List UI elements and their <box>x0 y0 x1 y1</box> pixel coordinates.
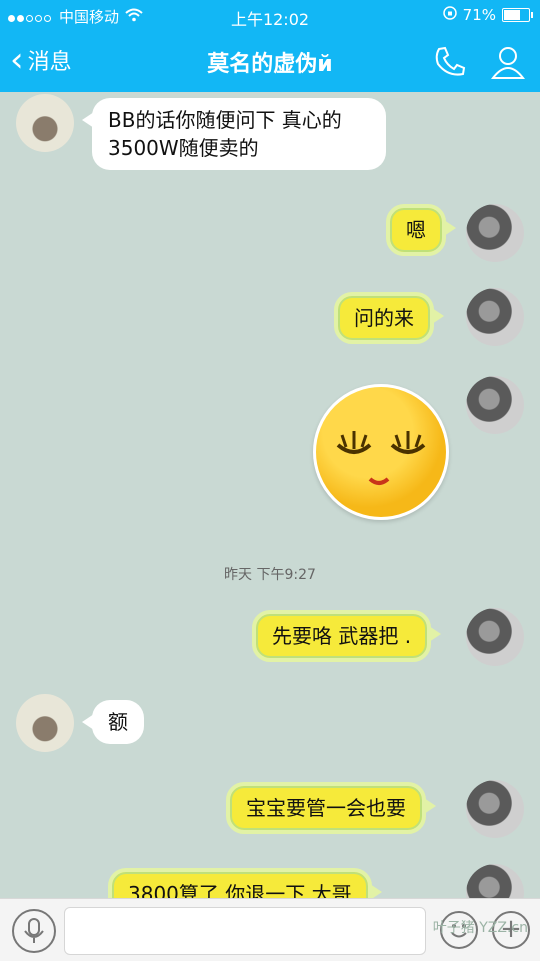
message-text: 宝宝要管一会也要 <box>246 796 406 820</box>
smiling-face-closed-eyes-icon <box>313 384 449 520</box>
message-bubble-incoming: 额 <box>82 700 144 744</box>
profile-button[interactable] <box>488 42 528 82</box>
message-bubble-incoming: BB的话你随便问下 真心的 3500W随便卖的 <box>82 98 386 170</box>
message-text: 额 <box>108 710 128 734</box>
contact-avatar[interactable] <box>16 94 74 152</box>
my-avatar[interactable] <box>466 204 524 262</box>
message-text: 3800算了 你退一下 大哥 <box>128 882 352 898</box>
status-bar: 中国移动 上午12:02 71% <box>0 0 540 30</box>
message-bubble-outgoing: 宝宝要管一会也要 <box>226 782 436 834</box>
my-avatar[interactable] <box>466 780 524 838</box>
contact-avatar[interactable] <box>16 694 74 752</box>
watermark-logo: 叶子猪 YZZ.cn <box>432 920 528 936</box>
status-right: 71% <box>442 6 533 24</box>
microphone-button[interactable] <box>12 909 56 953</box>
message-input[interactable] <box>64 907 426 955</box>
input-bar: + 叶子猪 YZZ.cn <box>0 898 540 961</box>
my-avatar[interactable] <box>466 288 524 346</box>
rotation-lock-icon <box>442 6 457 24</box>
message-bubble-outgoing: 3800算了 你退一下 大哥 <box>108 868 382 898</box>
message-text: 问的来 <box>354 306 414 330</box>
nav-bar: ‹ 消息 莫名的虚伪й <box>0 30 540 92</box>
my-avatar[interactable] <box>466 864 524 898</box>
chat-timestamp: 昨天 下午9:27 <box>224 567 316 583</box>
message-text: 先要咯 武器把 . <box>272 624 412 648</box>
my-avatar[interactable] <box>466 376 524 434</box>
battery-percent: 71% <box>462 6 496 24</box>
battery-icon <box>502 8 533 22</box>
message-text: 嗯 <box>406 218 426 242</box>
message-text: BB的话你随便问下 真心的 <box>108 108 342 132</box>
phone-call-button[interactable] <box>430 42 470 82</box>
chat-area[interactable]: BB的话你随便问下 真心的 3500W随便卖的 嗯 问的来 昨天 下午9:27 … <box>0 92 540 898</box>
message-bubble-outgoing: 问的来 <box>334 292 444 344</box>
message-bubble-outgoing: 先要咯 武器把 . <box>252 610 442 662</box>
message-bubble-outgoing: 嗯 <box>386 204 456 256</box>
my-avatar[interactable] <box>466 608 524 666</box>
message-text: 3500W随便卖的 <box>108 136 259 160</box>
